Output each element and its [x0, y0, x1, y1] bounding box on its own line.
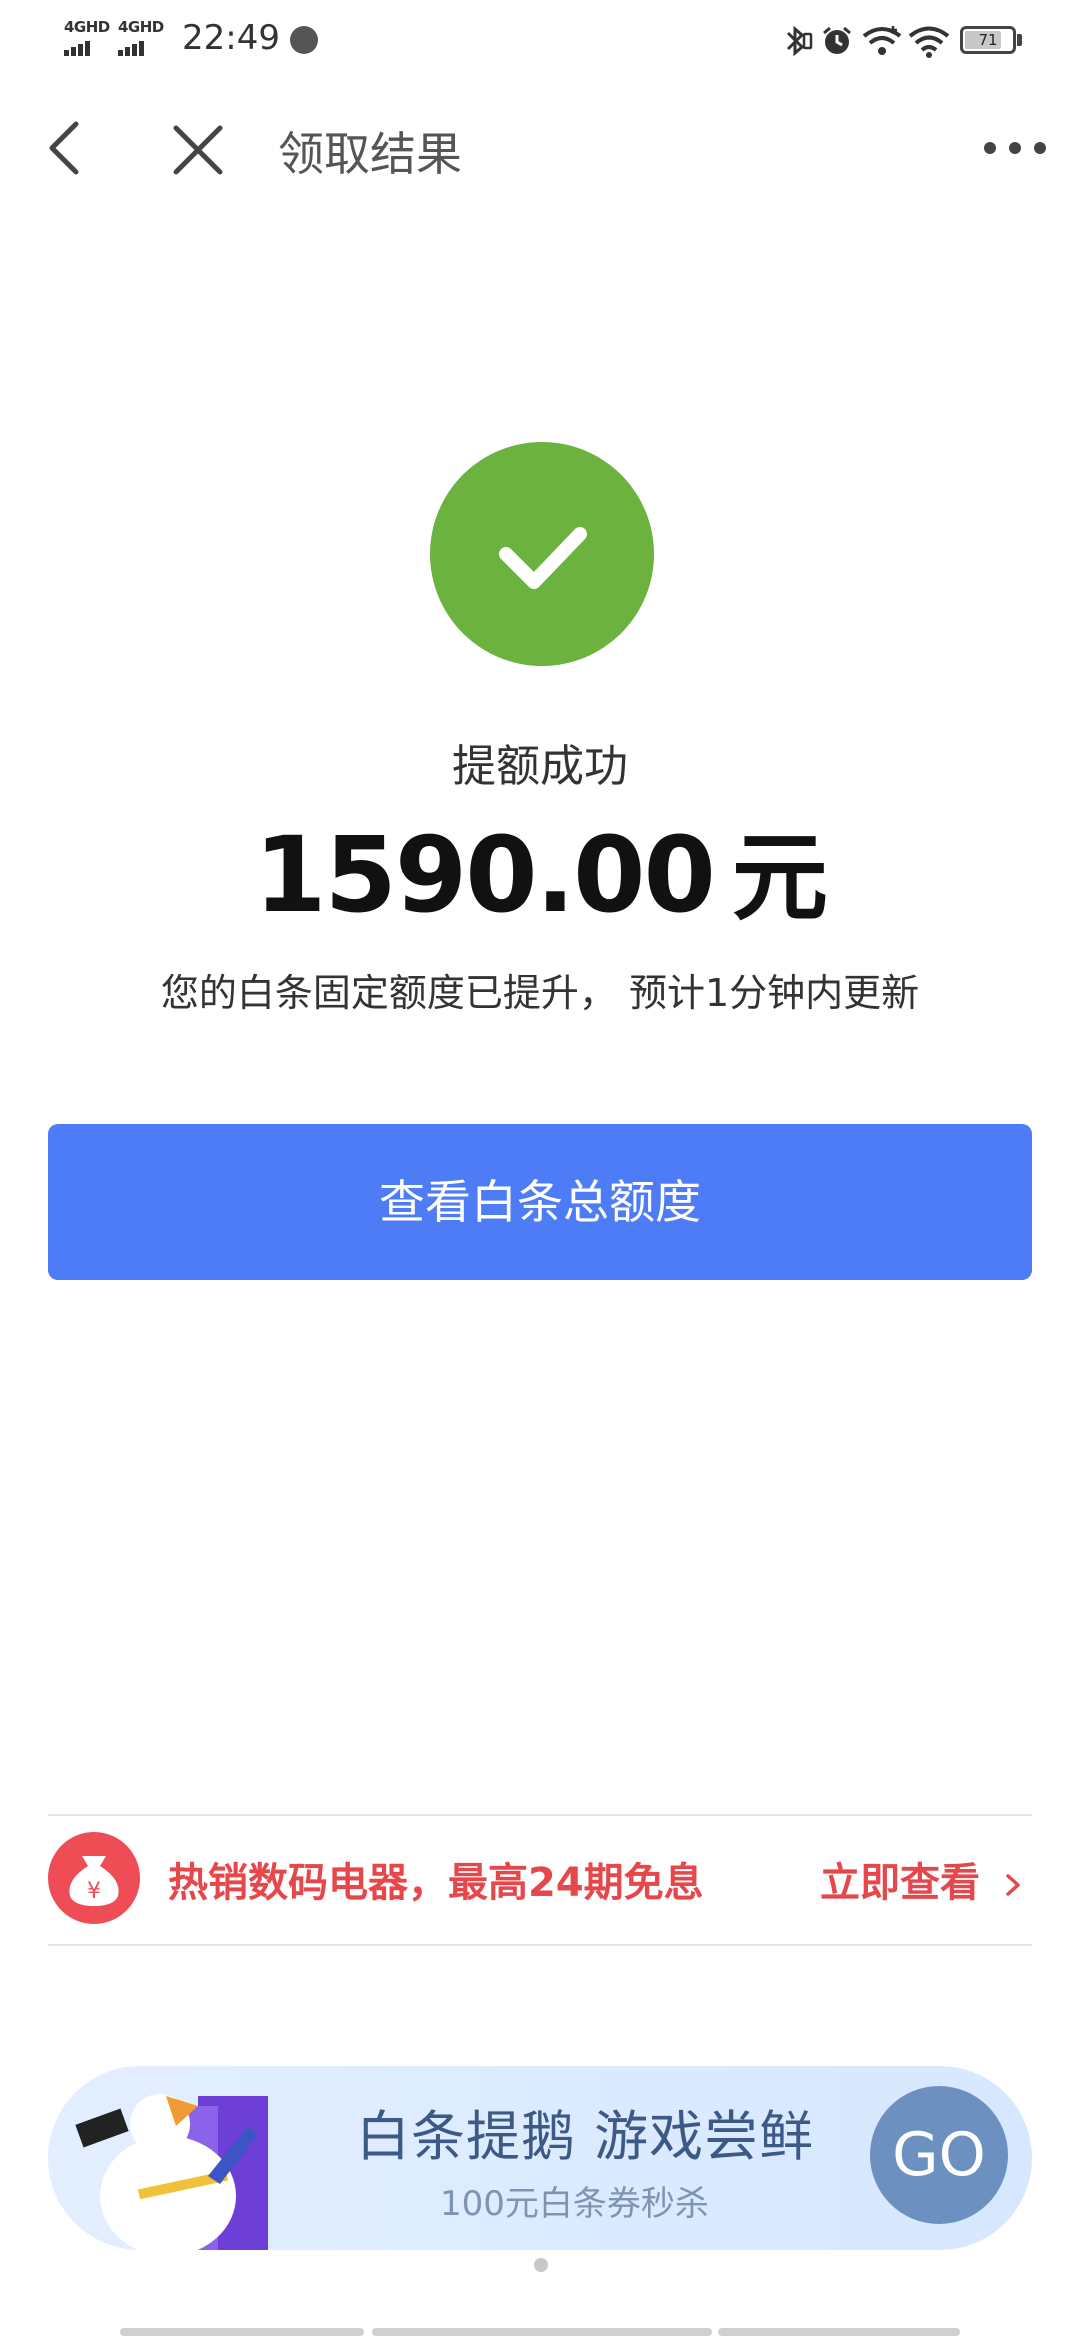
close-icon[interactable]	[170, 122, 226, 178]
money-bag-shape: ¥	[69, 1856, 119, 1906]
money-bag-icon: ¥	[48, 1832, 140, 1924]
nav-gesture-bar-2	[372, 2328, 712, 2336]
wifi-icon	[908, 26, 950, 58]
battery-level: 71	[978, 31, 998, 49]
amount-unit: 元	[731, 822, 828, 934]
network-type-1: 4GHD	[64, 18, 110, 36]
result-status-text: 提额成功	[452, 741, 628, 792]
promo-banner[interactable]: 白条提鹅 游戏尝鲜 100元白条券秒杀 GO	[48, 2066, 1032, 2250]
amount-value: 1590.00	[254, 814, 716, 936]
banner-title: 白条提鹅 游戏尝鲜	[356, 2105, 815, 2168]
chevron-right-icon	[1006, 1874, 1020, 1896]
credit-amount: 1590.00 元	[0, 800, 1080, 939]
nav-gesture-bar-3	[718, 2328, 960, 2336]
battery-cap	[1017, 34, 1022, 46]
promo-text[interactable]: 热销数码电器，最高24期免息	[168, 1850, 704, 1908]
divider-top	[48, 1814, 1032, 1816]
recording-icon	[290, 26, 318, 54]
carousel-indicator	[534, 2258, 548, 2272]
go-button[interactable]: GO	[870, 2086, 1008, 2224]
banner-subtitle: 100元白条券秒杀	[440, 2184, 709, 2224]
result-description: 您的白条固定额度已提升， 预计1分钟内更新	[160, 971, 920, 1015]
alarm-icon	[823, 26, 851, 54]
status-bar: 4GHD 4GHD 22:49 71	[0, 0, 1080, 80]
more-icon[interactable]	[980, 136, 1050, 160]
cellular-signal-2: 4GHD	[118, 18, 164, 56]
mobile-data-icon	[862, 26, 902, 55]
bluetooth-icon	[786, 25, 813, 57]
status-time: 22:49	[182, 18, 280, 58]
nav-gesture-bar-1	[120, 2328, 364, 2336]
back-icon[interactable]	[40, 118, 90, 178]
checkmark-icon	[499, 527, 587, 589]
divider-bottom	[48, 1944, 1032, 1946]
battery-icon: 71	[960, 26, 1016, 54]
page-title: 领取结果	[278, 127, 462, 181]
network-type-2: 4GHD	[118, 18, 164, 36]
success-badge	[430, 442, 654, 666]
svg-text:¥: ¥	[87, 1879, 101, 1904]
view-now-label: 立即查看	[820, 1860, 980, 1906]
goose-mascot-icon	[75, 2094, 268, 2250]
view-now-link[interactable]: 立即查看	[820, 1850, 1024, 1908]
cellular-signal-1: 4GHD	[64, 18, 110, 56]
view-total-credit-button[interactable]: 查看白条总额度	[48, 1124, 1032, 1280]
